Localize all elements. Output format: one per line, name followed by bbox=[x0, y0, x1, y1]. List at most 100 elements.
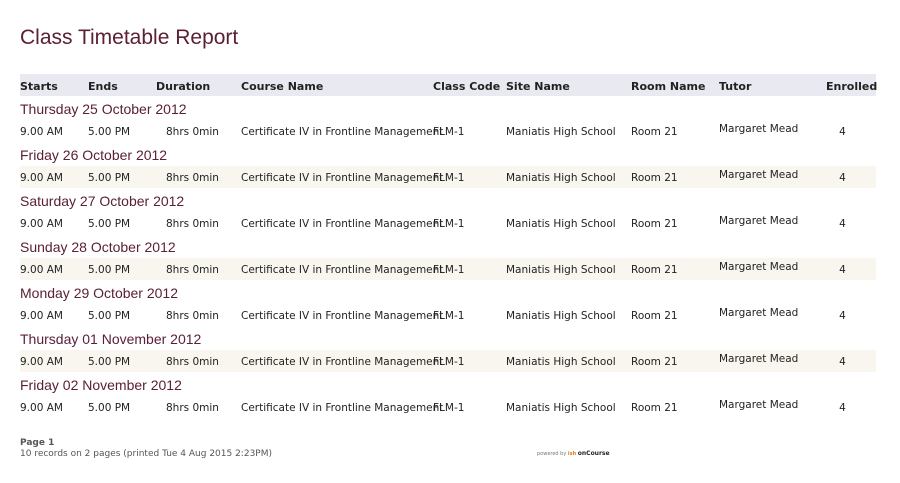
cell-starts: 9.00 AM bbox=[20, 218, 63, 230]
date-heading: Monday 29 October 2012 bbox=[20, 285, 178, 301]
cell-enrolled: 4 bbox=[839, 402, 846, 414]
powered-by-text: powered by bbox=[537, 451, 567, 457]
cell-enrolled: 4 bbox=[839, 218, 846, 230]
cell-course-name: Certificate IV in Frontline Management bbox=[241, 172, 444, 184]
cell-duration: 8hrs 0min bbox=[166, 310, 219, 322]
cell-ends: 5.00 PM bbox=[88, 218, 131, 230]
cell-tutor: Margaret Mead bbox=[719, 215, 799, 227]
date-group: Monday 29 October 2012 9.00 AM 5.00 PM 8… bbox=[20, 282, 876, 328]
date-heading: Friday 02 November 2012 bbox=[20, 377, 182, 393]
cell-course-name: Certificate IV in Frontline Management bbox=[241, 218, 444, 230]
header-site-name: Site Name bbox=[506, 80, 570, 93]
records-summary: 10 records on 2 pages (printed Tue 4 Aug… bbox=[20, 449, 272, 459]
cell-course-name: Certificate IV in Frontline Management bbox=[241, 310, 444, 322]
report-title: Class Timetable Report bbox=[20, 26, 239, 49]
cell-room-name: Room 21 bbox=[631, 264, 678, 276]
header-tutor: Tutor bbox=[719, 80, 752, 93]
table-row: 9.00 AM 5.00 PM 8hrs 0min Certificate IV… bbox=[20, 120, 876, 142]
cell-enrolled: 4 bbox=[839, 356, 846, 368]
cell-enrolled: 4 bbox=[839, 264, 846, 276]
date-heading: Thursday 01 November 2012 bbox=[20, 331, 202, 347]
date-group: Sunday 28 October 2012 9.00 AM 5.00 PM 8… bbox=[20, 236, 876, 282]
cell-duration: 8hrs 0min bbox=[166, 218, 219, 230]
date-heading: Friday 26 October 2012 bbox=[20, 147, 168, 163]
cell-starts: 9.00 AM bbox=[20, 310, 63, 322]
cell-ends: 5.00 PM bbox=[88, 310, 131, 322]
cell-room-name: Room 21 bbox=[631, 356, 678, 368]
table-row: 9.00 AM 5.00 PM 8hrs 0min Certificate IV… bbox=[20, 396, 876, 418]
cell-room-name: Room 21 bbox=[631, 126, 678, 138]
page-number: Page 1 bbox=[20, 438, 55, 448]
header-course-name: Course Name bbox=[241, 80, 324, 93]
ish-logo-mark: ish bbox=[567, 451, 577, 457]
cell-class-code: FLM-1 bbox=[433, 402, 465, 414]
cell-starts: 9.00 AM bbox=[20, 172, 63, 184]
cell-tutor: Margaret Mead bbox=[719, 123, 799, 135]
cell-site-name: Maniatis High School bbox=[506, 356, 616, 368]
cell-starts: 9.00 AM bbox=[20, 126, 63, 138]
report-footer: Page 1 10 records on 2 pages (printed Tu… bbox=[20, 438, 272, 460]
cell-site-name: Maniatis High School bbox=[506, 264, 616, 276]
cell-site-name: Maniatis High School bbox=[506, 218, 616, 230]
cell-duration: 8hrs 0min bbox=[166, 402, 219, 414]
cell-course-name: Certificate IV in Frontline Management bbox=[241, 126, 444, 138]
cell-ends: 5.00 PM bbox=[88, 402, 131, 414]
cell-class-code: FLM-1 bbox=[433, 310, 465, 322]
cell-starts: 9.00 AM bbox=[20, 264, 63, 276]
cell-class-code: FLM-1 bbox=[433, 172, 465, 184]
cell-room-name: Room 21 bbox=[631, 310, 678, 322]
cell-ends: 5.00 PM bbox=[88, 126, 131, 138]
cell-tutor: Margaret Mead bbox=[719, 399, 799, 411]
cell-duration: 8hrs 0min bbox=[166, 264, 219, 276]
cell-room-name: Room 21 bbox=[631, 218, 678, 230]
header-ends: Ends bbox=[88, 80, 118, 93]
cell-enrolled: 4 bbox=[839, 172, 846, 184]
cell-class-code: FLM-1 bbox=[433, 264, 465, 276]
cell-ends: 5.00 PM bbox=[88, 356, 131, 368]
table-row: 9.00 AM 5.00 PM 8hrs 0min Certificate IV… bbox=[20, 304, 876, 326]
cell-starts: 9.00 AM bbox=[20, 402, 63, 414]
cell-ends: 5.00 PM bbox=[88, 264, 131, 276]
cell-duration: 8hrs 0min bbox=[166, 126, 219, 138]
powered-by-logo: powered by ish onCourse bbox=[537, 450, 610, 457]
cell-tutor: Margaret Mead bbox=[719, 169, 799, 181]
timetable-body: Thursday 25 October 2012 9.00 AM 5.00 PM… bbox=[20, 98, 876, 420]
cell-ends: 5.00 PM bbox=[88, 172, 131, 184]
cell-enrolled: 4 bbox=[839, 126, 846, 138]
table-row: 9.00 AM 5.00 PM 8hrs 0min Certificate IV… bbox=[20, 258, 876, 280]
cell-enrolled: 4 bbox=[839, 310, 846, 322]
table-row: 9.00 AM 5.00 PM 8hrs 0min Certificate IV… bbox=[20, 166, 876, 188]
cell-room-name: Room 21 bbox=[631, 402, 678, 414]
cell-site-name: Maniatis High School bbox=[506, 402, 616, 414]
cell-starts: 9.00 AM bbox=[20, 356, 63, 368]
header-duration: Duration bbox=[156, 80, 211, 93]
header-enrolled: Enrolled bbox=[826, 80, 878, 93]
date-group: Saturday 27 October 2012 9.00 AM 5.00 PM… bbox=[20, 190, 876, 236]
cell-site-name: Maniatis High School bbox=[506, 126, 616, 138]
oncourse-brand: onCourse bbox=[577, 450, 610, 457]
date-heading: Sunday 28 October 2012 bbox=[20, 239, 176, 255]
cell-tutor: Margaret Mead bbox=[719, 307, 799, 319]
cell-room-name: Room 21 bbox=[631, 172, 678, 184]
table-row: 9.00 AM 5.00 PM 8hrs 0min Certificate IV… bbox=[20, 350, 876, 372]
cell-course-name: Certificate IV in Frontline Management bbox=[241, 402, 444, 414]
cell-tutor: Margaret Mead bbox=[719, 261, 799, 273]
cell-duration: 8hrs 0min bbox=[166, 356, 219, 368]
cell-course-name: Certificate IV in Frontline Management bbox=[241, 356, 444, 368]
cell-site-name: Maniatis High School bbox=[506, 172, 616, 184]
date-heading: Saturday 27 October 2012 bbox=[20, 193, 185, 209]
cell-class-code: FLM-1 bbox=[433, 126, 465, 138]
cell-class-code: FLM-1 bbox=[433, 356, 465, 368]
cell-tutor: Margaret Mead bbox=[719, 353, 799, 365]
cell-duration: 8hrs 0min bbox=[166, 172, 219, 184]
date-group: Friday 26 October 2012 9.00 AM 5.00 PM 8… bbox=[20, 144, 876, 190]
cell-course-name: Certificate IV in Frontline Management bbox=[241, 264, 444, 276]
cell-site-name: Maniatis High School bbox=[506, 310, 616, 322]
date-heading: Thursday 25 October 2012 bbox=[20, 101, 187, 117]
header-starts: Starts bbox=[20, 80, 58, 93]
table-row: 9.00 AM 5.00 PM 8hrs 0min Certificate IV… bbox=[20, 212, 876, 234]
cell-class-code: FLM-1 bbox=[433, 218, 465, 230]
header-class-code: Class Code bbox=[433, 80, 501, 93]
table-header: Starts Ends Duration Course Name Class C… bbox=[20, 74, 878, 96]
date-group: Thursday 25 October 2012 9.00 AM 5.00 PM… bbox=[20, 98, 876, 144]
